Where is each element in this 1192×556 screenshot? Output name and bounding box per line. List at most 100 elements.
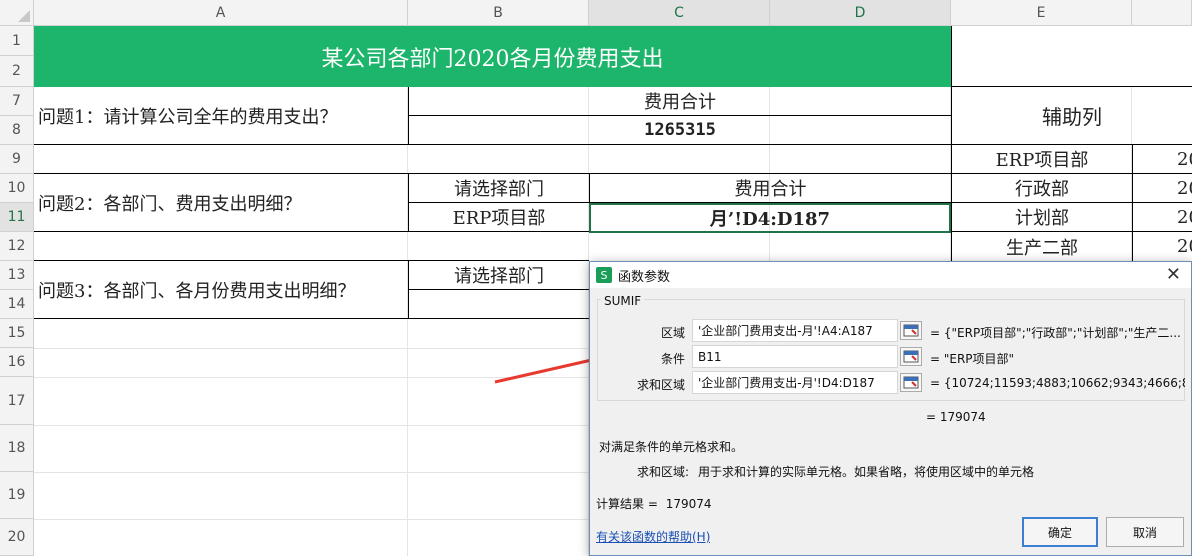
cell-f12[interactable]: 20	[1132, 232, 1192, 261]
row-header-10[interactable]: 10	[0, 174, 34, 203]
sheet-title[interactable]: 某公司各部门2020各月份费用支出	[34, 26, 951, 87]
column-header-d[interactable]: D	[770, 0, 951, 26]
row-header-12[interactable]: 12	[0, 232, 34, 261]
arg-help-text: 用于求和计算的实际单元格。如果省略，将使用区域中的单元格	[698, 463, 1034, 480]
function-name: SUMIF	[601, 294, 645, 308]
arg-range-label: 区域	[630, 324, 685, 341]
calc-result: 计算结果 = 179074	[596, 495, 712, 512]
row-header-11[interactable]: 11	[0, 203, 34, 232]
row-header-14[interactable]: 14	[0, 290, 34, 319]
row-header-13[interactable]: 13	[0, 261, 34, 290]
row-header-16[interactable]: 16	[0, 348, 34, 377]
arg-sum-range-label-text: 求和区域	[636, 378, 685, 392]
cell-e12[interactable]: 生产二部	[951, 232, 1132, 261]
row-header-label: 13	[7, 267, 26, 283]
aux-column-header[interactable]: 辅助列	[951, 87, 1192, 145]
row-header-15[interactable]: 15	[0, 319, 34, 348]
row-header-7[interactable]: 7	[0, 87, 34, 116]
question-1-text: 问题1：请计算公司全年的费用支出？	[38, 106, 338, 128]
column-header-e[interactable]: E	[951, 0, 1132, 26]
row-header-9[interactable]: 9	[0, 145, 34, 174]
arg-sum-range-label: 求和区域	[620, 376, 685, 393]
range-select-glyph	[903, 350, 919, 363]
row-header-label: 19	[7, 487, 26, 503]
arg-range-input[interactable]: '企业部门费用支出-月'!A4:A187	[692, 319, 898, 342]
aux-column-header-text: 辅助列	[1042, 105, 1102, 129]
column-header-f[interactable]	[1132, 0, 1192, 26]
column-header-label: C	[674, 4, 684, 21]
cell-e10-text: 行政部	[1015, 179, 1069, 200]
help-link[interactable]: 有关该函数的帮助(H)	[596, 528, 710, 545]
q3-select-label[interactable]: 请选择部门	[408, 261, 589, 290]
row-header-label: 8	[12, 122, 21, 138]
help-link-text: 有关该函数的帮助(H)	[596, 530, 711, 544]
cell-f9[interactable]: 20	[1132, 145, 1192, 174]
column-header-a[interactable]: A	[34, 0, 408, 26]
q1-total-header[interactable]: 费用合计	[408, 87, 951, 116]
row-header-8[interactable]: 8	[0, 116, 34, 145]
question-1[interactable]: 问题1：请计算公司全年的费用支出？	[34, 87, 408, 145]
collapse-criteria-icon[interactable]	[900, 347, 922, 366]
q2-total-label-text: 费用合计	[734, 179, 807, 200]
column-header-c[interactable]: C	[589, 0, 770, 26]
row-header-label: 7	[12, 93, 21, 109]
cell-e9[interactable]: ERP项目部	[951, 145, 1132, 174]
question-2-text: 问题2：各部门、费用支出明细？	[38, 193, 302, 215]
cell-f11-text: 20	[1177, 206, 1192, 228]
q2-total-label[interactable]: 费用合计	[589, 174, 951, 203]
row-header-label: 20	[7, 529, 26, 545]
collapse-range-icon[interactable]	[900, 321, 922, 340]
arg-criteria-result: = "ERP项目部"	[930, 350, 1185, 367]
formula-result: = 179074	[926, 410, 986, 424]
arg-criteria-input[interactable]: B11	[692, 345, 898, 368]
range-select-glyph	[903, 324, 919, 337]
row-header-19[interactable]: 19	[0, 472, 34, 519]
wps-app-icon: S	[596, 267, 612, 283]
cell-f10[interactable]: 20	[1132, 174, 1192, 203]
cell-e1-e2[interactable]	[951, 26, 1192, 87]
row-header-label: 11	[7, 209, 26, 225]
question-3[interactable]: 问题3：各部门、各月份费用支出明细？	[34, 261, 408, 319]
row-header-20[interactable]: 20	[0, 519, 34, 556]
cell-e11-text: 计划部	[1015, 208, 1069, 229]
arg-range-result-text: = {"ERP项目部";"行政部";"计划部";"生产二...	[930, 326, 1181, 340]
select-all-corner[interactable]	[0, 0, 34, 26]
arg-help-text-content: 用于求和计算的实际单元格。如果省略，将使用区域中的单元格	[698, 465, 1035, 479]
q1-total-value[interactable]: 1265315	[408, 116, 951, 145]
ok-button-label: 确定	[1047, 525, 1072, 540]
calc-result-label: 计算结果 =	[596, 497, 658, 511]
row-header-label: 1	[12, 32, 21, 49]
column-header-label: B	[493, 4, 503, 21]
row-header-label: 16	[7, 354, 26, 370]
ok-button[interactable]: 确定	[1022, 517, 1098, 547]
arg-range-value: '企业部门费用支出-月'!A4:A187	[698, 324, 873, 338]
cell-f11[interactable]: 20	[1132, 203, 1192, 232]
sheet-title-text: 某公司各部门2020各月份费用支出	[321, 46, 664, 72]
row-header-1[interactable]: 1	[0, 26, 34, 56]
cancel-button[interactable]: 取消	[1106, 517, 1184, 547]
row-header-label: 18	[7, 440, 26, 456]
q1-total-header-text: 费用合计	[644, 92, 716, 113]
q2-dept-cell[interactable]: ERP项目部	[408, 203, 589, 232]
q2-select-label[interactable]: 请选择部门	[408, 174, 589, 203]
row-header-label: 12	[7, 238, 26, 254]
question-2[interactable]: 问题2：各部门、费用支出明细？	[34, 174, 408, 232]
arg-sum-range-input[interactable]: '企业部门费用支出-月'!D4:D187	[692, 371, 898, 394]
cell-f9-text: 20	[1177, 148, 1192, 170]
cell-e11[interactable]: 计划部	[951, 203, 1132, 232]
row-header-18[interactable]: 18	[0, 425, 34, 472]
row-header-2[interactable]: 2	[0, 56, 34, 87]
arg-sum-range-result: = {10724;11593;4883;10662;9343;4666;8...	[930, 376, 1185, 390]
collapse-sum-range-icon[interactable]	[900, 373, 922, 392]
arg-sum-range-result-text: = {10724;11593;4883;10662;9343;4666;8...	[930, 376, 1185, 390]
cell-e10[interactable]: 行政部	[951, 174, 1132, 203]
function-arguments-dialog[interactable]: S 函数参数 ✕ SUMIF 区域 '企业部门费用支出-月'!A4:A187 =…	[589, 261, 1192, 556]
dialog-titlebar[interactable]: S 函数参数 ✕	[590, 262, 1191, 288]
close-icon[interactable]: ✕	[1166, 264, 1181, 285]
row-12-border	[34, 232, 589, 261]
column-header-b[interactable]: B	[408, 0, 589, 26]
q3-dept-cell[interactable]	[408, 290, 589, 319]
row-header-17[interactable]: 17	[0, 377, 34, 425]
active-formula-cell[interactable]: 月’!D4:D187	[589, 203, 951, 233]
arg-criteria-label-text: 条件	[660, 352, 685, 366]
